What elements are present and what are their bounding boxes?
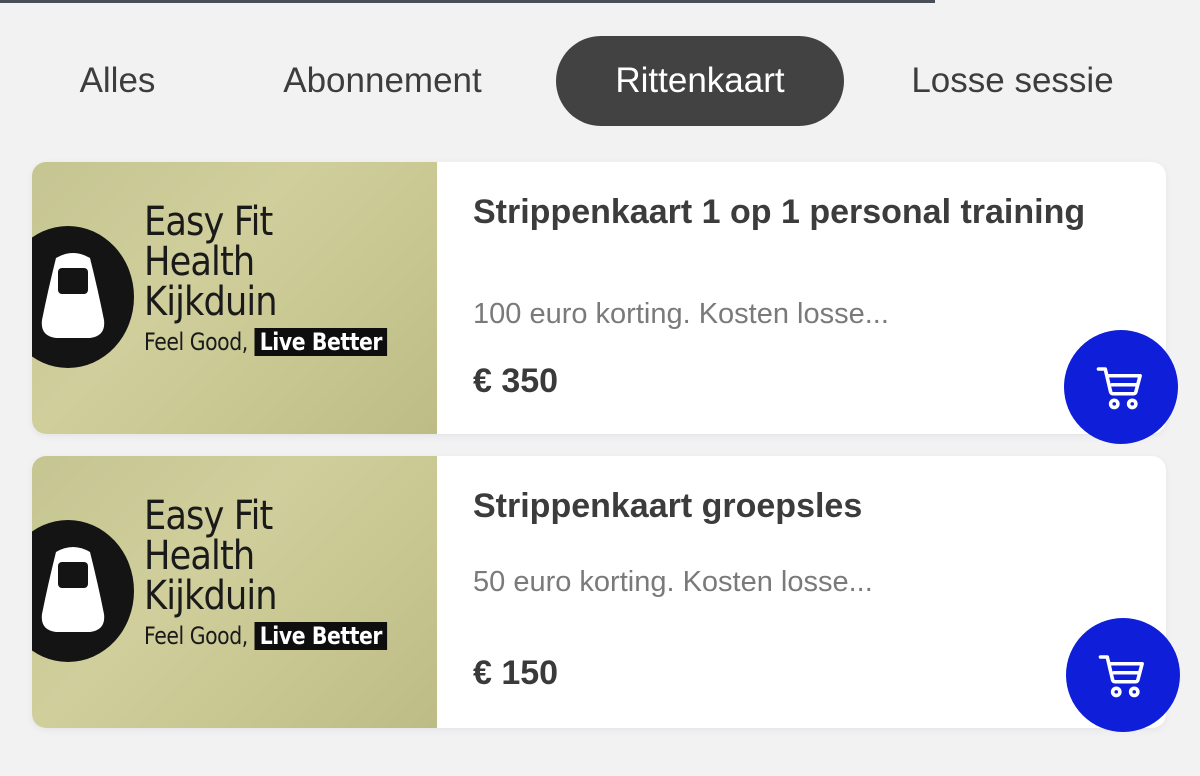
- cart-icon: [1098, 655, 1144, 698]
- tab-abonnement[interactable]: Abonnement: [250, 36, 515, 126]
- product-description: 100 euro korting. Kosten losse...: [473, 298, 889, 330]
- brand-logo-icon: [32, 520, 134, 662]
- add-to-cart-button[interactable]: [1064, 330, 1178, 444]
- product-title: Strippenkaart 1 op 1 personal training: [473, 193, 1086, 231]
- brand-line: Kijkduin: [144, 279, 278, 325]
- brand-line: Kijkduin: [144, 573, 278, 619]
- tab-losse-sessie[interactable]: Losse sessie: [890, 36, 1135, 126]
- add-to-cart-button[interactable]: [1066, 618, 1180, 732]
- tagline-highlight: Live Better: [254, 622, 388, 650]
- product-info: Strippenkaart 1 op 1 personal training 1…: [473, 162, 1126, 434]
- brand-line: Health: [144, 239, 255, 285]
- brand-logo-icon: [32, 226, 134, 368]
- category-tabs: Alles Abonnement Rittenkaart Losse sessi…: [0, 36, 1200, 128]
- product-thumbnail: Easy Fit Health Kijkduin Feel Good, Live…: [32, 162, 437, 434]
- product-info: Strippenkaart groepsles 50 euro korting.…: [473, 456, 1126, 728]
- product-price: € 350: [473, 362, 559, 400]
- product-title: Strippenkaart groepsles: [473, 487, 863, 525]
- product-price: € 150: [473, 654, 559, 692]
- brand-tagline: Feel Good, Live Better: [144, 622, 388, 650]
- tab-rittenkaart[interactable]: Rittenkaart: [556, 36, 844, 126]
- product-thumbnail: Easy Fit Health Kijkduin Feel Good, Live…: [32, 456, 437, 728]
- tagline-highlight: Live Better: [254, 328, 388, 356]
- product-card[interactable]: Easy Fit Health Kijkduin Feel Good, Live…: [32, 162, 1178, 444]
- tagline-plain: Feel Good,: [144, 622, 248, 650]
- brand-tagline: Feel Good, Live Better: [144, 328, 388, 356]
- brand-line: Health: [144, 533, 255, 579]
- product-description: 50 euro korting. Kosten losse...: [473, 566, 873, 598]
- brand-text: Easy Fit Health Kijkduin Feel Good, Live…: [144, 202, 430, 356]
- tagline-plain: Feel Good,: [144, 328, 248, 356]
- cart-icon: [1096, 367, 1142, 410]
- brand-line: Easy Fit: [144, 199, 273, 245]
- tab-alles[interactable]: Alles: [55, 36, 180, 126]
- brand-text: Easy Fit Health Kijkduin Feel Good, Live…: [144, 496, 430, 650]
- product-card[interactable]: Easy Fit Health Kijkduin Feel Good, Live…: [32, 456, 1180, 732]
- top-divider: [0, 0, 935, 3]
- brand-line: Easy Fit: [144, 493, 273, 539]
